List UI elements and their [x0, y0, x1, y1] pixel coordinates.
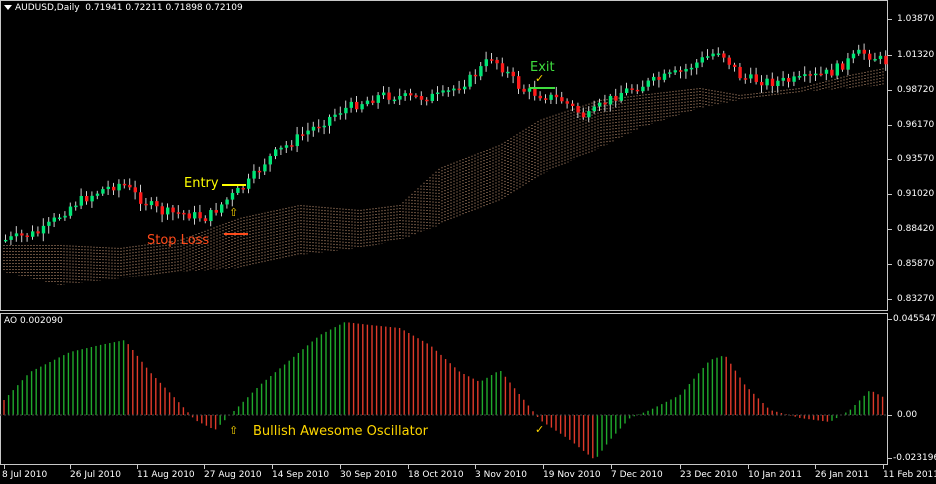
ao-tick: 0.045547	[893, 314, 936, 324]
date-tick: 11 Feb 2011	[883, 470, 936, 480]
entry-label: Entry	[184, 176, 219, 191]
ao-histogram	[3, 322, 884, 459]
date-tick: 3 Nov 2010	[475, 470, 527, 480]
ohlc-label: 0.71941 0.72211 0.71898 0.72109	[85, 3, 243, 13]
date-tick: 30 Sep 2010	[340, 470, 398, 480]
ao-arrow-icon: ⇧	[229, 424, 239, 437]
date-tick: 11 Aug 2010	[137, 470, 195, 480]
ao-title: AO 0.002090	[4, 316, 63, 326]
price-tick: 0.91020	[897, 189, 935, 199]
price-tick: 0.96170	[897, 120, 935, 130]
collapse-triangle-icon[interactable]	[4, 5, 12, 10]
price-tick: 0.85870	[897, 259, 935, 269]
date-tick: 10 Jan 2011	[748, 470, 802, 480]
entry-arrow-icon: ⇧	[229, 206, 239, 219]
ao-check-icon: ✓	[535, 423, 545, 436]
date-tick: 26 Jan 2011	[815, 470, 869, 480]
symbol-title: AUDUSD,Daily 0.71941 0.72211 0.71898 0.7…	[4, 3, 243, 13]
price-tick: 1.01320	[897, 50, 935, 60]
stop-loss-label: Stop Loss	[147, 233, 210, 248]
candlesticks	[4, 43, 888, 245]
price-tick: 0.93570	[897, 154, 935, 164]
symbol-label: AUDUSD,Daily	[15, 3, 80, 13]
ao-tick: 0.00	[897, 410, 918, 420]
price-tick: 1.03870	[897, 14, 935, 24]
date-tick: 19 Nov 2010	[543, 470, 601, 480]
exit-check-icon: ✓	[535, 72, 545, 85]
ao-annotation: Bullish Awesome Oscillator	[253, 424, 429, 439]
date-tick: 27 Aug 2010	[204, 470, 262, 480]
price-tick: 0.83270	[897, 294, 935, 304]
date-tick: 14 Sep 2010	[272, 470, 330, 480]
price-tick: 0.98720	[897, 85, 935, 95]
price-tick: 0.88420	[897, 224, 935, 234]
date-tick: 8 Jul 2010	[2, 470, 48, 480]
date-tick: 26 Jul 2010	[70, 470, 121, 480]
date-tick: 7 Dec 2010	[611, 470, 663, 480]
date-tick: 23 Dec 2010	[680, 470, 738, 480]
chart-canvas	[0, 43, 888, 459]
ichimoku-cloud	[3, 68, 884, 285]
date-tick: 18 Oct 2010	[408, 470, 464, 480]
ao-tick: -0.023196	[893, 453, 936, 463]
